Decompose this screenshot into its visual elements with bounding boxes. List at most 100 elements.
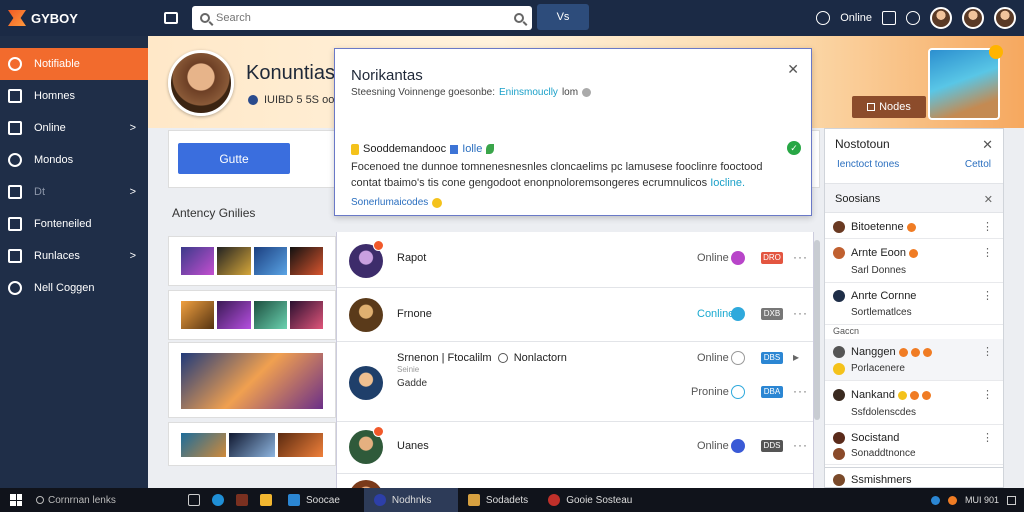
more-icon[interactable]: ⋮ — [982, 431, 993, 444]
item-name: Bitoetenne — [851, 221, 916, 233]
sidebar-item-runlaces[interactable]: Runlaces > — [0, 240, 148, 272]
sidebar-item-notifiable[interactable]: Notifiable — [0, 48, 148, 80]
game-thumbnail[interactable] — [181, 301, 215, 329]
list-item[interactable]: Bitoetenne ⋮ — [825, 215, 1003, 239]
search-filter-dropdown[interactable]: Vs — [537, 4, 589, 30]
edge-icon[interactable] — [212, 494, 224, 506]
taskbar-app-label: Nodhnks — [391, 494, 432, 506]
avatar[interactable] — [994, 7, 1016, 29]
more-icon[interactable]: ⋮ — [982, 345, 993, 358]
sidebar-item-dt[interactable]: Dt > — [0, 176, 148, 208]
emoji-icon — [910, 390, 920, 400]
friend-row[interactable]: Rapot Online DRO ··· — [337, 232, 813, 288]
more-icon[interactable]: ··· — [793, 438, 808, 452]
sidebar-item-fonteneiled[interactable]: Fonteneiled — [0, 208, 148, 240]
avatar[interactable] — [962, 7, 984, 29]
taskbar-app[interactable]: Soocae — [278, 488, 350, 512]
sidebar-item-online[interactable]: Online > — [0, 112, 148, 144]
game-thumbnail[interactable] — [277, 433, 323, 457]
search-input[interactable] — [216, 12, 508, 24]
subtitle-link[interactable]: Eninsmouclly — [499, 87, 558, 98]
network-icon[interactable] — [930, 495, 940, 505]
primary-button[interactable]: Gutte — [178, 143, 290, 174]
folder-icon[interactable] — [260, 494, 272, 506]
online-label[interactable]: Online — [840, 12, 872, 24]
game-thumbnail[interactable] — [229, 433, 275, 457]
game-thumbnail[interactable] — [289, 247, 323, 275]
taskbar-app[interactable]: Sodadets — [458, 488, 538, 512]
list-item[interactable]: Anrte Cornne Sortlematlces ⋮ — [825, 283, 1003, 325]
game-thumbnail[interactable] — [181, 433, 227, 457]
more-icon[interactable]: ⋮ — [982, 246, 993, 259]
check-icon[interactable]: ✓ — [787, 141, 801, 155]
panel-link[interactable]: Ienctoct tones — [837, 159, 899, 170]
friend-row[interactable]: Frnone Conline DXB ··· — [337, 288, 813, 342]
brand-logo[interactable]: GYBOY — [0, 10, 150, 26]
game-thumbnail[interactable] — [289, 301, 323, 329]
play-icon[interactable]: ▸ — [793, 350, 800, 364]
list-item[interactable]: Nanggen Porlacenere ⋮ — [825, 339, 1003, 381]
game-thumbnails-row[interactable] — [168, 422, 336, 466]
friend-row[interactable] — [337, 474, 813, 512]
game-icon[interactable] — [236, 494, 248, 506]
clock-text[interactable]: MUI 901 — [965, 495, 999, 505]
game-thumbnails-row[interactable] — [168, 290, 336, 340]
more-icon[interactable]: ··· — [793, 384, 808, 398]
close-icon[interactable]: ✕ — [982, 137, 993, 153]
list-item[interactable]: Nankand Ssfdolenscdes ⋮ — [825, 381, 1003, 425]
list-item[interactable]: Ssmishmers — [824, 468, 1004, 488]
avatar[interactable] — [930, 7, 952, 29]
taskbar-app[interactable]: Gooie Sosteau — [538, 488, 642, 512]
game-thumbnail[interactable] — [253, 247, 287, 275]
clock-icon — [497, 353, 508, 364]
info-icon[interactable] — [582, 88, 592, 97]
game-thumbnail[interactable] — [217, 247, 251, 275]
orange-icon[interactable] — [947, 495, 957, 505]
more-icon[interactable]: ⋮ — [982, 388, 993, 401]
search-bar[interactable] — [192, 6, 532, 30]
banner-nodes-button[interactable]: Nodes — [852, 96, 926, 118]
panel-link[interactable]: Cettol — [965, 159, 991, 170]
friend-status: Online — [697, 352, 729, 364]
profile-avatar[interactable] — [168, 50, 234, 116]
more-icon[interactable]: ··· — [793, 306, 808, 320]
game-thumbnails-row[interactable] — [168, 342, 336, 418]
folder-icon — [8, 185, 22, 199]
sidebar-item-label: Nell Coggen — [34, 282, 95, 294]
system-tray: MUI 901 — [930, 488, 1016, 512]
game-thumbnail[interactable] — [181, 353, 323, 409]
scrollbar[interactable] — [814, 240, 820, 420]
list-item[interactable]: Arnte Eoon Sarl Donnes ⋮ — [825, 239, 1003, 283]
friend-row[interactable]: Uanes Online DDS ··· — [337, 422, 813, 474]
taskbar-app[interactable]: Nodhnks — [363, 488, 458, 512]
friend-row[interactable]: Srnenon | Ftocalilm Nonlactorn Seinie Ga… — [337, 342, 813, 422]
taskbar-search[interactable]: Cornrnan lenks — [32, 495, 182, 506]
settings-icon[interactable] — [906, 11, 920, 25]
window-icon[interactable] — [164, 12, 178, 24]
game-thumbnails-row[interactable] — [168, 236, 336, 286]
game-thumbnail[interactable] — [217, 301, 251, 329]
close-icon[interactable]: ✕ — [787, 61, 799, 78]
body-link[interactable]: Iocline. — [710, 177, 745, 189]
search-submit-icon[interactable] — [514, 13, 524, 23]
game-thumbnail[interactable] — [181, 247, 215, 275]
status-icon[interactable] — [816, 11, 831, 25]
more-icon[interactable]: ··· — [793, 250, 808, 264]
smile-icon — [432, 197, 443, 208]
more-icon[interactable]: ⋮ — [982, 289, 993, 302]
sidebar-item-homnes[interactable]: Homnes — [0, 80, 148, 112]
sidebar-item-nell-coggen[interactable]: Nell Coggen — [0, 272, 148, 304]
windows-start-icon[interactable] — [10, 494, 22, 506]
sidebar-item-mondos[interactable]: Mondos — [0, 144, 148, 176]
list-item[interactable]: Socistand Sonaddtnonce ⋮ — [825, 425, 1003, 465]
more-icon[interactable]: ⋮ — [982, 220, 993, 233]
task-view-icon[interactable] — [188, 494, 200, 506]
notification-footer[interactable]: Sonerlumaicodes — [351, 197, 443, 208]
notification-icon[interactable] — [1007, 495, 1016, 505]
flag-icon[interactable] — [882, 11, 896, 25]
banner-button-label: Nodes — [879, 101, 911, 113]
close-icon[interactable]: ✕ — [984, 193, 993, 206]
game-thumbnail[interactable] — [253, 301, 287, 329]
list-item: Gaccn — [825, 325, 1003, 339]
featured-game-card[interactable] — [928, 45, 1003, 120]
